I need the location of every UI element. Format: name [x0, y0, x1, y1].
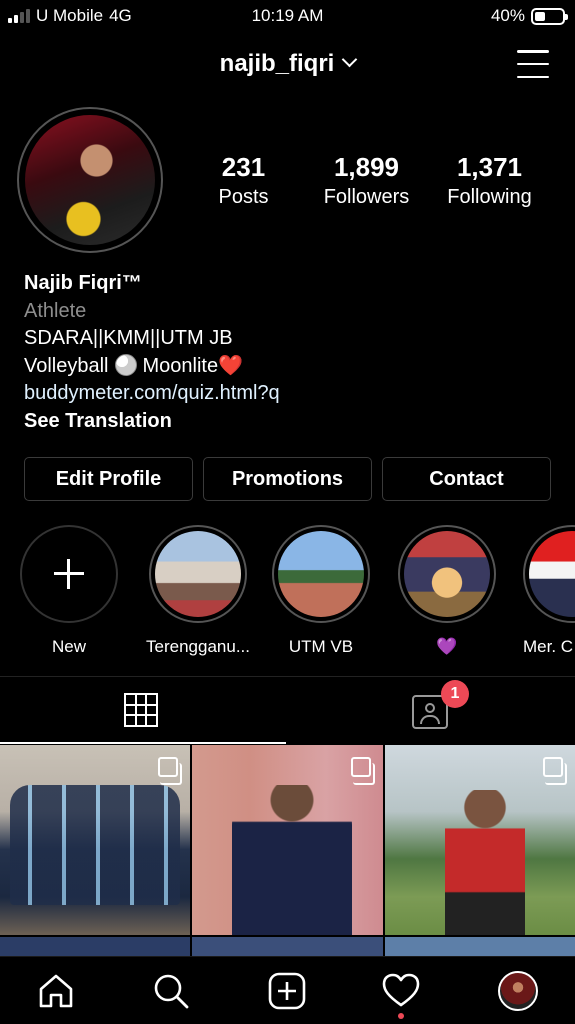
chevron-down-icon	[342, 51, 358, 68]
highlight-label: 💜	[436, 637, 458, 656]
highlight-utm-vb[interactable]: UTM VB	[271, 525, 371, 657]
highlight-mer-c[interactable]: Mer. C	[523, 525, 575, 657]
plus-icon	[54, 559, 84, 589]
followers-label: Followers	[323, 186, 410, 208]
edit-profile-button[interactable]: Edit Profile	[24, 457, 193, 501]
multi-post-icon	[351, 757, 375, 785]
highlight-label: UTM VB	[288, 637, 354, 656]
highlight-label: Terengganu...	[146, 637, 250, 656]
search-icon[interactable]	[139, 957, 203, 1024]
highlight-label: Mer. C	[523, 637, 574, 656]
activity-dot	[398, 1013, 404, 1019]
grid-icon[interactable]	[124, 693, 158, 727]
tagged-badge: 1	[441, 680, 469, 708]
display-name: Najib Fiqri™	[24, 272, 142, 294]
category-label: Athlete	[24, 299, 87, 322]
highlight-cover	[149, 525, 247, 623]
active-tab-indicator	[0, 742, 286, 744]
highlight-cover	[272, 525, 370, 623]
highlight-new-circle	[20, 525, 118, 623]
username: najib_fiqri	[219, 50, 335, 77]
highlight-cover	[398, 525, 496, 623]
profile-header: najib_fiqri	[0, 44, 575, 88]
profile-avatar[interactable]	[25, 115, 155, 245]
battery-icon	[531, 7, 568, 25]
bottom-nav	[0, 956, 575, 1024]
followers-stat[interactable]: 1,899 Followers	[305, 150, 428, 210]
posts-stat[interactable]: 231 Posts	[182, 150, 305, 210]
bio-moonlite-text: Moonlite	[142, 354, 219, 377]
highlight-label: New	[51, 637, 86, 656]
menu-icon[interactable]	[517, 50, 549, 78]
following-count: 1,371	[456, 152, 523, 182]
add-post-icon[interactable]	[255, 957, 319, 1024]
following-stat[interactable]: 1,371 Following	[428, 150, 551, 210]
volleyball-icon	[114, 353, 137, 376]
heart-emoji: ❤️	[218, 354, 244, 377]
following-label: Following	[447, 186, 532, 208]
account-switcher[interactable]: najib_fiqri	[0, 50, 575, 78]
clock: 10:19 AM	[251, 6, 324, 25]
see-translation-link[interactable]: See Translation	[24, 408, 564, 436]
post-thumbnail[interactable]	[192, 745, 383, 935]
battery-status: 40%	[490, 6, 568, 26]
post-thumbnail[interactable]	[385, 745, 575, 935]
highlight-cover	[523, 525, 575, 623]
home-icon[interactable]	[24, 957, 88, 1024]
highlight-purple-heart[interactable]: 💜	[397, 525, 497, 657]
highlight-new[interactable]: New	[19, 525, 119, 657]
profile-bio: Najib Fiqri™ Athlete SDARA||KMM||UTM JB …	[24, 270, 564, 435]
profile-stats: 231 Posts 1,899 Followers 1,371 Followin…	[182, 150, 562, 210]
followers-count: 1,899	[333, 152, 400, 182]
bio-link[interactable]: buddymeter.com/quiz.html?q	[24, 380, 564, 408]
posts-count: 231	[221, 152, 266, 182]
bio-line-1: SDARA||KMM||UTM JB	[24, 327, 233, 349]
battery-percent: 40%	[490, 6, 525, 25]
post-thumbnail[interactable]	[0, 745, 190, 935]
promotions-button[interactable]: Promotions	[203, 457, 372, 501]
posts-label: Posts	[218, 186, 269, 208]
bio-volleyball-text: Volleyball	[24, 354, 109, 377]
contact-button[interactable]: Contact	[382, 457, 551, 501]
status-bar: U Mobile 4G 10:19 AM 40%	[0, 0, 575, 32]
multi-post-icon	[543, 757, 567, 785]
profile-avatar-icon[interactable]	[486, 957, 550, 1024]
profile-tabs	[0, 676, 575, 744]
multi-post-icon	[158, 757, 182, 785]
highlight-terengganu[interactable]: Terengganu...	[139, 525, 257, 657]
bio-line-2: Volleyball Moonlite❤️	[24, 353, 564, 381]
post-row-partial[interactable]	[0, 937, 575, 957]
profile-actions: Edit Profile Promotions Contact	[24, 457, 551, 501]
